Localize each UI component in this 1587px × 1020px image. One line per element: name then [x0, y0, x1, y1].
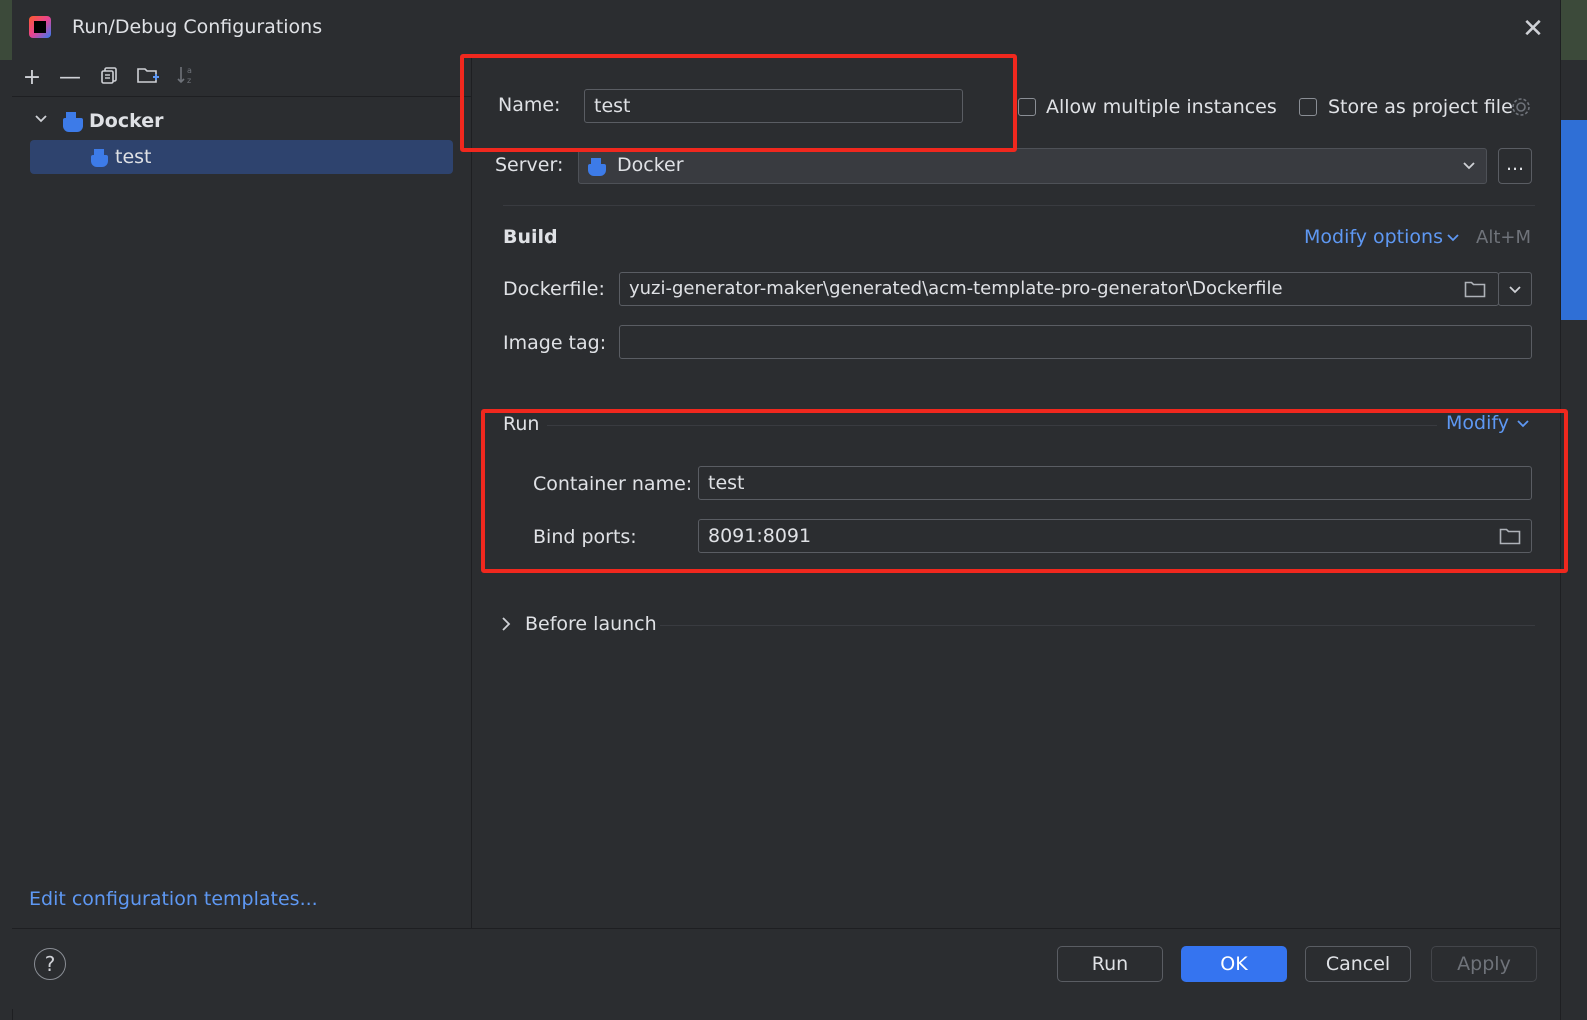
help-icon[interactable]: ?	[34, 948, 66, 980]
new-folder-icon[interactable]	[134, 64, 162, 92]
gear-icon[interactable]	[1510, 96, 1532, 122]
tree-group-docker[interactable]: Docker	[89, 110, 163, 132]
server-select[interactable]: Docker	[578, 148, 1487, 184]
run-button[interactable]: Run	[1057, 946, 1163, 982]
folder-icon[interactable]	[1464, 280, 1486, 302]
docker-item-icon	[91, 148, 108, 169]
configuration-tree-pane	[12, 58, 472, 928]
server-more-button[interactable]: ...	[1498, 148, 1532, 184]
chevron-down-icon[interactable]	[1446, 230, 1460, 249]
highlight-box-name	[460, 54, 1017, 152]
dockerfile-label: Dockerfile:	[503, 278, 605, 300]
edit-templates-link[interactable]: Edit configuration templates...	[29, 888, 318, 910]
docker-server-icon	[588, 157, 606, 178]
remove-icon[interactable]: —	[56, 64, 84, 92]
sort-icon[interactable]: az	[173, 64, 201, 92]
toolbar-divider	[12, 96, 471, 97]
store-project-label[interactable]: Store as project file	[1328, 96, 1513, 118]
divider	[503, 205, 1535, 206]
chevron-right-icon[interactable]	[499, 616, 513, 636]
cancel-button[interactable]: Cancel	[1305, 946, 1411, 982]
svg-text:z: z	[187, 76, 191, 85]
image-tag-label: Image tag:	[503, 332, 607, 354]
tree-item-label: test	[115, 146, 152, 168]
chevron-down-icon	[1507, 282, 1523, 302]
svg-text:a: a	[187, 66, 192, 75]
add-icon[interactable]: +	[18, 64, 46, 92]
allow-multiple-checkbox[interactable]	[1018, 98, 1036, 116]
divider	[660, 625, 1535, 626]
image-tag-field[interactable]	[619, 325, 1532, 359]
docker-group-icon	[63, 111, 83, 133]
close-icon[interactable]: ✕	[1520, 16, 1546, 42]
intellij-logo-icon	[29, 16, 51, 38]
modify-options-link[interactable]: Modify options	[1304, 226, 1443, 248]
chevron-down-icon[interactable]	[34, 111, 48, 130]
allow-multiple-label[interactable]: Allow multiple instances	[1046, 96, 1277, 118]
store-project-checkbox[interactable]	[1299, 98, 1317, 116]
chevron-down-icon[interactable]	[1461, 158, 1477, 178]
highlight-box-run	[481, 409, 1568, 573]
ok-button[interactable]: OK	[1181, 946, 1287, 982]
apply-button[interactable]: Apply	[1431, 946, 1537, 982]
modify-options-shortcut: Alt+M	[1476, 227, 1531, 248]
copy-icon[interactable]	[95, 64, 123, 92]
before-launch-toggle[interactable]: Before launch	[525, 613, 657, 635]
dockerfile-field[interactable]: yuzi-generator-maker\generated\acm-templ…	[619, 272, 1499, 306]
server-label: Server:	[495, 154, 564, 176]
window-title: Run/Debug Configurations	[72, 16, 323, 38]
build-section-title: Build	[503, 226, 558, 248]
